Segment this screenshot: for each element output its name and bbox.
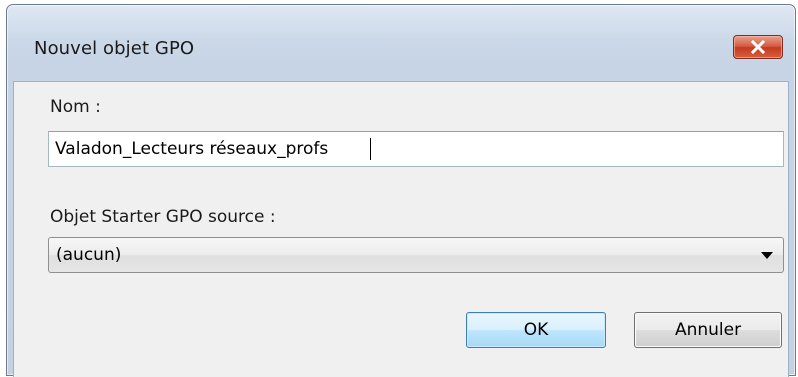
close-x-icon [750, 40, 766, 54]
name-label: Nom : [50, 97, 101, 117]
ok-button[interactable]: OK [466, 312, 606, 348]
dialog-window: Nouvel objet GPO Nom : Objet Starter GPO… [6, 4, 796, 377]
window-title: Nouvel objet GPO [34, 38, 195, 59]
name-input[interactable] [48, 131, 784, 167]
text-caret [370, 138, 371, 160]
starter-gpo-label: Objet Starter GPO source : [50, 207, 276, 227]
dropdown-arrow-icon [761, 252, 773, 259]
starter-gpo-select[interactable]: (aucun) [48, 237, 784, 273]
cancel-button[interactable]: Annuler [634, 312, 782, 348]
close-button[interactable] [733, 35, 783, 59]
title-bar[interactable]: Nouvel objet GPO [7, 5, 795, 81]
starter-gpo-selected-value: (aucun) [56, 245, 122, 265]
dialog-body: Nom : Objet Starter GPO source : (aucun)… [13, 81, 789, 377]
